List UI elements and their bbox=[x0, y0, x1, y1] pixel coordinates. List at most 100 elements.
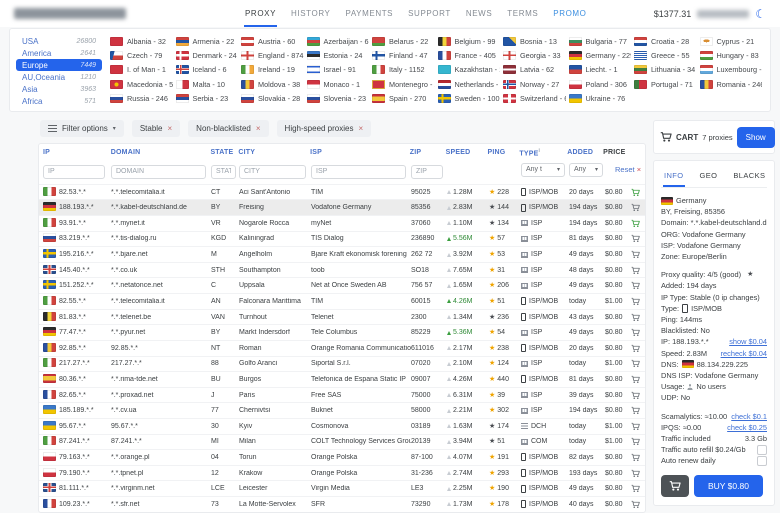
country-item[interactable]: Iceland - 6 bbox=[176, 65, 239, 74]
table-row[interactable]: 82.53.*.* *.*.telecomitalia.it CT Aci Sa… bbox=[39, 184, 645, 200]
country-item[interactable]: I. of Man - 1 bbox=[110, 65, 173, 74]
country-item[interactable]: Russia - 246 bbox=[110, 94, 173, 103]
table-row[interactable]: 81.83.*.* *.*.telenet.be VAN Turnhout Te… bbox=[39, 309, 645, 325]
nav-item[interactable]: PAYMENTS bbox=[345, 0, 395, 27]
app-logo[interactable] bbox=[14, 8, 126, 19]
close-icon[interactable]: × bbox=[256, 125, 261, 133]
country-item[interactable]: Portugal - 71 bbox=[634, 80, 697, 89]
col-header-state[interactable]: STATE bbox=[210, 149, 238, 156]
nav-item[interactable]: TERMS bbox=[506, 0, 539, 27]
country-item[interactable]: Macedonia - 5 bbox=[110, 80, 173, 89]
add-to-cart-icon[interactable] bbox=[631, 374, 640, 385]
add-to-cart-icon[interactable] bbox=[631, 343, 640, 354]
country-item[interactable]: France - 405 bbox=[438, 51, 501, 60]
country-item[interactable]: Slovenia - 23 bbox=[307, 94, 370, 103]
country-item[interactable]: Denmark - 24 bbox=[176, 51, 239, 60]
add-to-cart-icon[interactable] bbox=[631, 280, 640, 291]
table-row[interactable]: 81.111.*.* *.*.virginm.net LCE Leicester… bbox=[39, 480, 645, 496]
details-tab[interactable]: GEO bbox=[699, 168, 719, 187]
username[interactable] bbox=[697, 10, 749, 18]
buy-button[interactable]: BUY $0.80 bbox=[694, 475, 763, 497]
region-item[interactable]: AU,Oceania 1210 bbox=[16, 71, 102, 83]
auto-renew-checkbox[interactable] bbox=[757, 456, 767, 466]
add-to-cart-icon[interactable] bbox=[631, 312, 640, 323]
add-to-cart-icon[interactable] bbox=[631, 468, 640, 479]
details-tab[interactable]: BLACKS bbox=[732, 168, 766, 187]
nav-item[interactable]: SUPPORT bbox=[407, 0, 452, 27]
country-item[interactable]: Latvia - 62 bbox=[503, 65, 566, 74]
add-to-cart-icon[interactable] bbox=[631, 499, 640, 510]
filter-chip[interactable]: Stable × bbox=[132, 120, 180, 137]
col-header-isp[interactable]: ISP bbox=[310, 149, 410, 156]
country-item[interactable]: Albania - 32 bbox=[110, 37, 173, 46]
country-item[interactable]: Bosnia - 13 bbox=[503, 37, 566, 46]
add-to-cart-button[interactable] bbox=[661, 475, 689, 497]
add-to-cart-icon[interactable] bbox=[631, 421, 640, 432]
nav-item[interactable]: HISTORY bbox=[290, 0, 331, 27]
add-to-cart-icon[interactable] bbox=[631, 483, 640, 494]
isp-filter-input[interactable] bbox=[311, 165, 406, 179]
table-row[interactable]: 92.85.*.* 92.85.*.* NT Roman Orange Roma… bbox=[39, 340, 645, 356]
country-item[interactable]: Monaco - 1 bbox=[307, 80, 370, 89]
table-row[interactable]: 195.216.*.* *.*.bjare.net M Ängelholm Bj… bbox=[39, 246, 645, 262]
table-row[interactable]: 145.40.*.* *.*.co.uk STH Southampton too… bbox=[39, 262, 645, 278]
add-to-cart-icon[interactable] bbox=[631, 436, 640, 447]
country-item[interactable]: Spain - 270 bbox=[372, 94, 435, 103]
col-header-domain[interactable]: DOMAIN bbox=[111, 149, 211, 156]
add-to-cart-icon[interactable] bbox=[631, 218, 640, 229]
show-cart-button[interactable]: Show bbox=[737, 127, 775, 148]
country-item[interactable]: Bulgaria - 77 bbox=[569, 37, 632, 46]
table-row[interactable]: 82.65.*.* *.*.proxad.net J Paris Free SA… bbox=[39, 387, 645, 403]
table-row[interactable]: 82.55.*.* *.*.telecomitalia.it AN Falcon… bbox=[39, 293, 645, 309]
close-icon[interactable]: × bbox=[168, 125, 173, 133]
col-header-ip[interactable]: IP bbox=[43, 149, 111, 156]
country-item[interactable]: Norway - 27 bbox=[503, 80, 566, 89]
add-to-cart-icon[interactable] bbox=[631, 405, 640, 416]
col-header-ping[interactable]: PING bbox=[488, 149, 520, 156]
domain-filter-input[interactable] bbox=[111, 165, 206, 179]
country-item[interactable]: Ukraine - 76 bbox=[569, 94, 632, 103]
country-item[interactable]: England - 874 bbox=[241, 51, 304, 60]
table-row[interactable]: 95.67.*.* 95.67.*.* 30 Kyiv Cosmonova 03… bbox=[39, 418, 645, 434]
country-item[interactable]: Belarus - 22 bbox=[372, 37, 435, 46]
check-ipqs-link[interactable]: check $0.25 bbox=[727, 422, 767, 433]
region-item[interactable]: Africa 571 bbox=[16, 95, 102, 107]
region-item[interactable]: America 2641 bbox=[16, 47, 102, 59]
table-row[interactable]: 77.47.*.* *.*.pyur.net BY Markt Indersdo… bbox=[39, 324, 645, 340]
col-header-city[interactable]: CITY bbox=[238, 149, 310, 156]
filter-options-button[interactable]: Filter options ▾ bbox=[40, 120, 124, 137]
country-item[interactable]: Ireland - 19 bbox=[241, 65, 304, 74]
col-header-added[interactable]: ADDED bbox=[567, 149, 603, 156]
table-row[interactable]: 80.36.*.* *.*.rima-tde.net BU Burgos Tel… bbox=[39, 371, 645, 387]
city-filter-input[interactable] bbox=[239, 165, 306, 179]
country-item[interactable]: Netherlands - 230 bbox=[438, 80, 501, 89]
add-to-cart-icon[interactable] bbox=[631, 452, 640, 463]
region-item[interactable]: Europe 7449 bbox=[16, 59, 102, 71]
table-row[interactable]: 83.219.*.* *.*.tis-dialog.ru KGD Kalinin… bbox=[39, 231, 645, 247]
country-item[interactable]: Germany - 2292 bbox=[569, 51, 632, 60]
add-to-cart-icon[interactable] bbox=[631, 202, 640, 213]
country-item[interactable]: Switzerland - 62 bbox=[503, 94, 566, 103]
nav-item[interactable]: PROXY bbox=[244, 0, 277, 27]
add-to-cart-icon[interactable] bbox=[631, 390, 640, 401]
table-row[interactable]: 93.91.*.* *.*.mynet.it VR Nogarole Rocca… bbox=[39, 215, 645, 231]
recheck-speed-link[interactable]: recheck $0.04 bbox=[721, 348, 767, 359]
country-item[interactable]: Greece - 55 bbox=[634, 51, 697, 60]
zip-filter-input[interactable] bbox=[411, 165, 443, 179]
country-item[interactable]: Azerbaijan - 6 bbox=[307, 37, 370, 46]
country-item[interactable]: Poland - 306 bbox=[569, 80, 632, 89]
show-ip-link[interactable]: show $0.04 bbox=[729, 336, 767, 347]
add-to-cart-icon[interactable] bbox=[631, 358, 640, 369]
country-item[interactable]: Finland - 47 bbox=[372, 51, 435, 60]
check-scamalytics-link[interactable]: check $0.1 bbox=[731, 411, 767, 422]
table-row[interactable]: 151.252.*.* *.*.netatonce.net C Uppsala … bbox=[39, 277, 645, 293]
country-item[interactable]: Italy - 1152 bbox=[372, 65, 435, 74]
traffic-refill-checkbox[interactable] bbox=[757, 445, 767, 455]
country-item[interactable]: Hungary - 83 bbox=[700, 51, 763, 60]
col-header-zip[interactable]: ZIP bbox=[410, 149, 446, 156]
state-filter-input[interactable] bbox=[211, 165, 236, 179]
country-item[interactable]: Lithuania - 34 bbox=[634, 65, 697, 74]
nav-item[interactable]: PROMO bbox=[552, 0, 587, 27]
country-item[interactable]: Serbia - 23 bbox=[176, 94, 239, 103]
add-to-cart-icon[interactable] bbox=[631, 187, 640, 198]
